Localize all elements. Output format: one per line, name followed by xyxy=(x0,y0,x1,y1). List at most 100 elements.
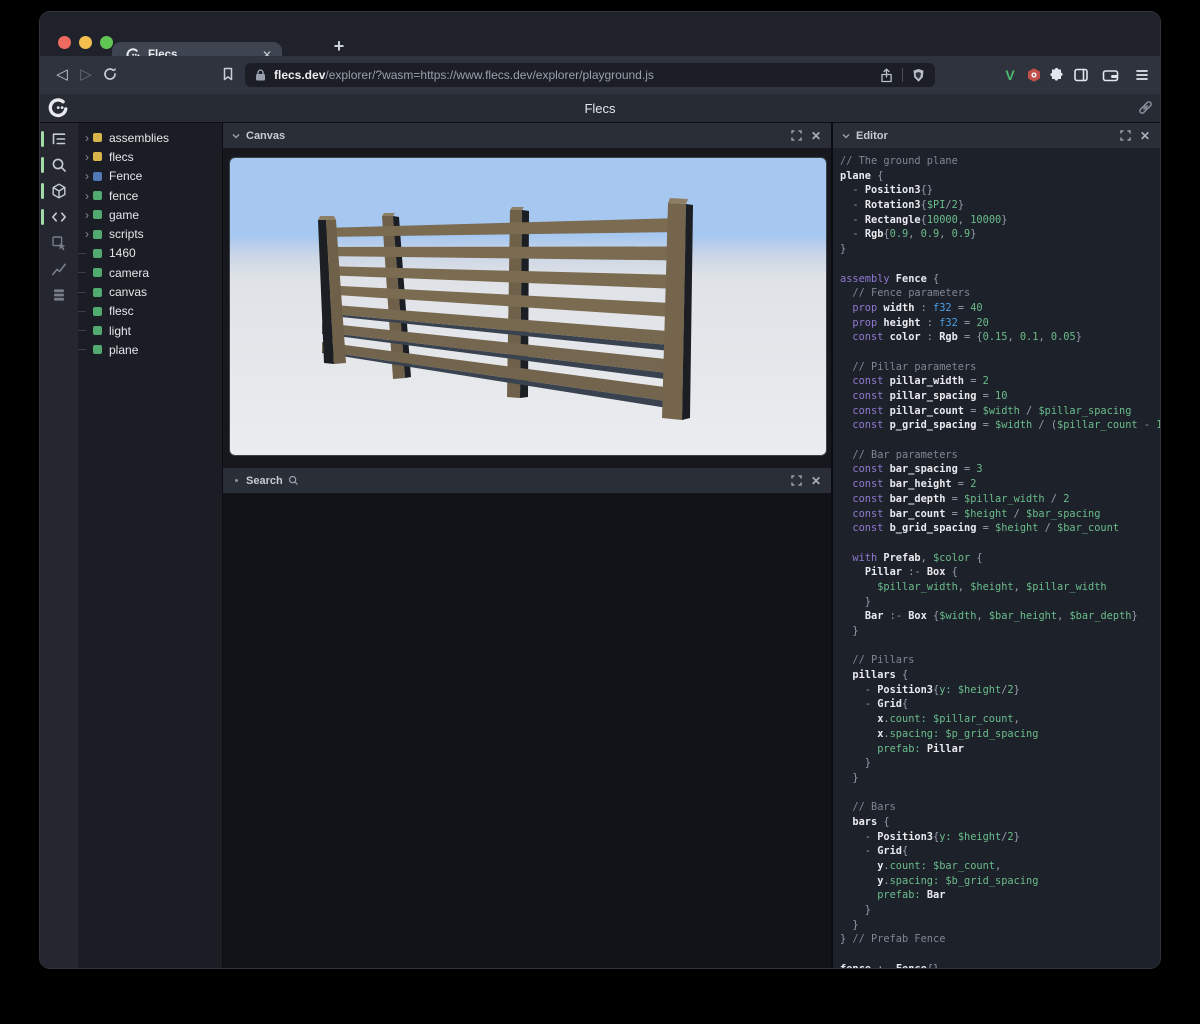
tree-item-scripts[interactable]: ›scripts xyxy=(78,224,222,243)
code-line[interactable]: // Fence parameters xyxy=(840,286,1160,301)
puzzle-icon[interactable] xyxy=(1047,65,1067,85)
chevron-right-icon[interactable]: › xyxy=(81,169,93,183)
zoom-window-button[interactable] xyxy=(100,36,113,49)
editor-panel-header[interactable]: Editor ✕ xyxy=(833,123,1160,149)
code-line[interactable]: } xyxy=(840,242,1160,257)
code-line[interactable]: fence :- Fence{} xyxy=(840,962,1160,968)
code-line[interactable]: prop width : f32 = 40 xyxy=(840,301,1160,316)
tree-item-flesc[interactable]: flesc xyxy=(78,302,222,321)
link-icon[interactable] xyxy=(1137,99,1154,116)
code-line[interactable]: - Rgb{0.9, 0.9, 0.9} xyxy=(840,227,1160,242)
code-line[interactable]: prefab: Pillar xyxy=(840,742,1160,757)
close-panel-icon[interactable]: ✕ xyxy=(811,474,821,488)
code-line[interactable]: - Grid{ xyxy=(840,844,1160,859)
code-line[interactable]: Bar :- Box {$width, $bar_height, $bar_de… xyxy=(840,609,1160,624)
code-line[interactable]: - Position3{y: $height/2} xyxy=(840,683,1160,698)
code-line[interactable]: } xyxy=(840,918,1160,933)
code-line[interactable]: prop height : f32 = 20 xyxy=(840,316,1160,331)
code-line[interactable] xyxy=(840,345,1160,360)
code-line[interactable]: } xyxy=(840,595,1160,610)
sidebar-stats-icon[interactable] xyxy=(40,256,78,282)
tree-item-game[interactable]: ›game xyxy=(78,205,222,224)
code-line[interactable]: assembly Fence { xyxy=(840,272,1160,287)
tree-item-camera[interactable]: camera xyxy=(78,263,222,282)
close-window-button[interactable] xyxy=(58,36,71,49)
chevron-right-icon[interactable]: › xyxy=(81,189,93,203)
code-line[interactable]: const pillar_width = 2 xyxy=(840,374,1160,389)
code-line[interactable]: const bar_count = $height / $bar_spacing xyxy=(840,507,1160,522)
reload-icon[interactable] xyxy=(100,64,120,84)
fullscreen-icon[interactable] xyxy=(791,475,802,486)
code-line[interactable] xyxy=(840,536,1160,551)
code-line[interactable] xyxy=(840,947,1160,962)
code-line[interactable]: } // Prefab Fence xyxy=(840,932,1160,947)
code-line[interactable]: - Rectangle{10000, 10000} xyxy=(840,213,1160,228)
canvas-panel-header[interactable]: Canvas ✕ xyxy=(223,123,831,149)
code-line[interactable]: Pillar :- Box { xyxy=(840,565,1160,580)
code-line[interactable]: y.count: $bar_count, xyxy=(840,859,1160,874)
code-line[interactable]: x.count: $pillar_count, xyxy=(840,712,1160,727)
forward-icon[interactable]: ▷ xyxy=(76,65,96,85)
search-panel-body[interactable] xyxy=(223,493,831,968)
extension-v-icon[interactable]: V xyxy=(1000,65,1020,85)
tree-item-Fence[interactable]: ›Fence xyxy=(78,167,222,186)
code-line[interactable]: - Rotation3{$PI/2} xyxy=(840,198,1160,213)
code-line[interactable]: prefab: Bar xyxy=(840,888,1160,903)
code-line[interactable]: $pillar_width, $height, $pillar_width xyxy=(840,580,1160,595)
chevron-down-icon[interactable] xyxy=(842,133,850,139)
code-line[interactable]: const b_grid_spacing = $height / $bar_co… xyxy=(840,521,1160,536)
tree-item-light[interactable]: light xyxy=(78,321,222,340)
code-line[interactable] xyxy=(840,257,1160,272)
code-line[interactable]: plane { xyxy=(840,169,1160,184)
sidebar-toggle-icon[interactable] xyxy=(1071,65,1091,85)
code-line[interactable]: } xyxy=(840,771,1160,786)
code-line[interactable]: // Bars xyxy=(840,800,1160,815)
code-line[interactable]: } xyxy=(840,756,1160,771)
minimize-window-button[interactable] xyxy=(79,36,92,49)
tree-item-1460[interactable]: 1460 xyxy=(78,244,222,263)
editor-panel-body[interactable]: // The ground planeplane { - Position3{}… xyxy=(833,148,1160,968)
brave-shield-icon[interactable] xyxy=(912,68,925,83)
code-line[interactable]: // Pillars xyxy=(840,653,1160,668)
chevron-right-icon[interactable]: › xyxy=(81,208,93,222)
code-line[interactable]: const bar_spacing = 3 xyxy=(840,462,1160,477)
code-editor[interactable]: // The ground planeplane { - Position3{}… xyxy=(833,148,1160,968)
tree-item-flecs[interactable]: ›flecs xyxy=(78,147,222,166)
extension-red-icon[interactable] xyxy=(1024,65,1044,85)
chevron-right-icon[interactable]: › xyxy=(81,227,93,241)
close-panel-icon[interactable]: ✕ xyxy=(1140,129,1150,143)
code-line[interactable]: bars { xyxy=(840,815,1160,830)
code-line[interactable]: - Grid{ xyxy=(840,697,1160,712)
code-line[interactable]: // The ground plane xyxy=(840,154,1160,169)
code-line[interactable]: - Position3{} xyxy=(840,183,1160,198)
code-line[interactable]: const bar_depth = $pillar_width / 2 xyxy=(840,492,1160,507)
code-line[interactable]: } xyxy=(840,624,1160,639)
back-icon[interactable]: ◁ xyxy=(52,65,72,85)
sidebar-outliner-icon[interactable] xyxy=(40,126,78,152)
code-line[interactable]: with Prefab, $color { xyxy=(840,551,1160,566)
code-line[interactable]: pillars { xyxy=(840,668,1160,683)
url-bar[interactable]: flecs.dev/explorer/?wasm=https://www.fle… xyxy=(245,63,935,87)
wallet-icon[interactable] xyxy=(1100,65,1120,85)
code-line[interactable]: y.spacing: $b_grid_spacing xyxy=(840,874,1160,889)
sidebar-cube-icon[interactable] xyxy=(40,178,78,204)
code-line[interactable] xyxy=(840,433,1160,448)
code-line[interactable]: } xyxy=(840,903,1160,918)
chevron-right-icon[interactable]: › xyxy=(81,150,93,164)
chevron-right-icon[interactable]: › xyxy=(81,131,93,145)
menu-icon[interactable] xyxy=(1132,65,1152,85)
tree-item-assemblies[interactable]: ›assemblies xyxy=(78,128,222,147)
sidebar-code-icon[interactable] xyxy=(40,204,78,230)
code-line[interactable] xyxy=(840,639,1160,654)
new-tab-button[interactable]: + xyxy=(330,36,348,57)
code-line[interactable]: const p_grid_spacing = $width / ($pillar… xyxy=(840,418,1160,433)
fence-3d-render[interactable] xyxy=(230,158,826,455)
code-line[interactable]: // Bar parameters xyxy=(840,448,1160,463)
code-line[interactable]: const bar_height = 2 xyxy=(840,477,1160,492)
code-line[interactable]: // Pillar parameters xyxy=(840,360,1160,375)
fullscreen-icon[interactable] xyxy=(791,130,802,141)
sidebar-inspect-icon[interactable] xyxy=(40,230,78,256)
chevron-down-icon[interactable] xyxy=(232,133,240,139)
share-icon[interactable] xyxy=(880,68,893,83)
tree-item-plane[interactable]: plane xyxy=(78,340,222,359)
